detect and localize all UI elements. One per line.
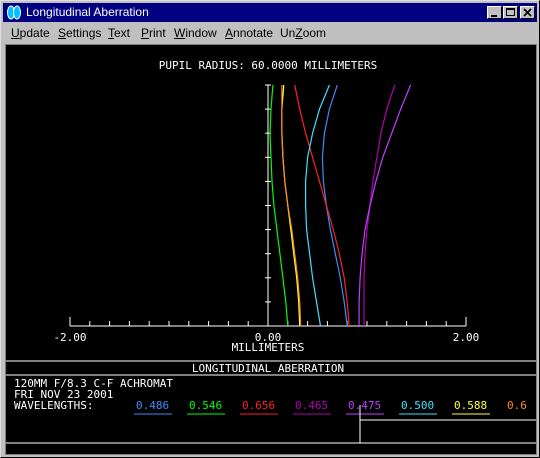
x-tick-label: -2.00	[53, 331, 86, 344]
menu-text[interactable]: Text	[108, 26, 130, 40]
menu-bar: Update Settings Text Print Window Annota…	[3, 23, 537, 43]
series-line-0.475	[358, 84, 412, 326]
app-window: Longitudinal Aberration Update Settings …	[0, 0, 540, 458]
legend-label: 0.546	[189, 399, 222, 412]
chart-title: PUPIL RADIUS: 60.0000 MILLIMETERS	[159, 59, 378, 72]
app-lens-icon	[7, 5, 21, 20]
chart-curves	[269, 84, 412, 327]
wavelengths-label: WAVELENGTHS:	[14, 399, 93, 412]
close-button[interactable]	[520, 6, 535, 19]
legend-label: 0.6	[507, 399, 527, 412]
legend-label: 0.656	[242, 399, 275, 412]
legend-label: 0.500	[401, 399, 434, 412]
menu-update[interactable]: Update	[11, 26, 50, 40]
menu-unzoom[interactable]: UnZoom	[280, 26, 326, 40]
close-icon	[523, 8, 532, 17]
menu-annotate[interactable]: Annotate	[225, 26, 273, 40]
series-line-0.656	[294, 84, 350, 327]
legend-label: 0.486	[136, 399, 169, 412]
info-banner: LONGITUDINAL ABERRATION	[192, 362, 344, 375]
legend-label: 0.588	[454, 399, 487, 412]
legend-label: 0.475	[348, 399, 381, 412]
x-tick-label: 2.00	[453, 331, 480, 344]
x-axis-label: MILLIMETERS	[232, 341, 305, 354]
series-line-0.465	[363, 84, 396, 326]
series-line-0.546	[269, 84, 289, 327]
menu-window[interactable]: Window	[174, 26, 217, 40]
aberration-chart: PUPIL RADIUS: 60.0000 MILLIMETERS -2.00 0…	[6, 59, 536, 444]
legend-label: 0.465	[295, 399, 328, 412]
menu-settings[interactable]: Settings	[58, 26, 101, 40]
plot-area: PUPIL RADIUS: 60.0000 MILLIMETERS -2.00 0…	[5, 44, 537, 455]
minimize-button[interactable]	[487, 6, 502, 19]
title-bar[interactable]: Longitudinal Aberration	[3, 3, 537, 22]
window-title: Longitudinal Aberration	[26, 5, 149, 19]
chart-axes: -2.00 0.00 2.00	[53, 84, 480, 344]
wavelength-legend: 0.486 0.546 0.656 0.465 0.475 0.500 0.588 0.6	[134, 399, 527, 415]
maximize-icon	[506, 8, 515, 16]
maximize-button[interactable]	[503, 6, 518, 19]
menu-print[interactable]: Print	[141, 26, 166, 40]
minimize-icon	[491, 15, 497, 17]
